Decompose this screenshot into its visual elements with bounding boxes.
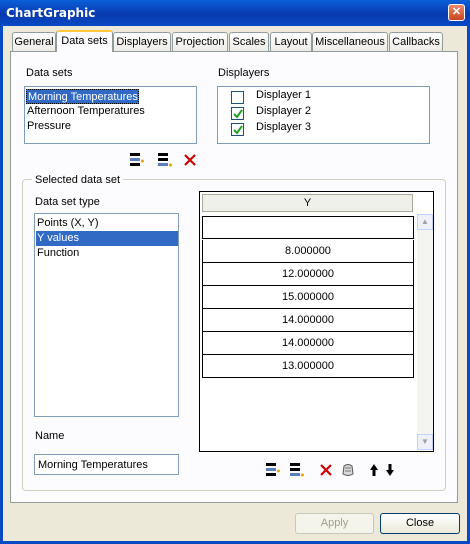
- displayers-label: Displayers: [218, 67, 270, 79]
- list-item[interactable]: Y values: [36, 231, 178, 246]
- tab-general[interactable]: General: [12, 32, 56, 51]
- list-item[interactable]: Points (X, Y): [36, 216, 178, 231]
- values-grid[interactable]: Y 10.000000 8.000000 12.000000 15.000000…: [199, 191, 434, 452]
- table-row[interactable]: 15.000000: [202, 286, 414, 309]
- table-row[interactable]: 8.000000: [202, 240, 414, 263]
- tab-scales[interactable]: Scales: [229, 32, 269, 51]
- list-item[interactable]: Morning Temperatures: [26, 89, 139, 104]
- tab-layout[interactable]: Layout: [270, 32, 312, 51]
- list-item[interactable]: Pressure: [26, 119, 71, 134]
- list-item[interactable]: Afternoon Temperatures: [26, 104, 145, 119]
- displayer-label: Displayer 1: [256, 89, 312, 101]
- tab-projection[interactable]: Projection: [172, 32, 228, 51]
- displayer-1-checkbox[interactable]: [231, 91, 244, 104]
- delete-icon[interactable]: [318, 462, 334, 478]
- apply-button[interactable]: Apply: [295, 513, 374, 534]
- checkmark-icon: [233, 109, 243, 119]
- title-bar: ChartGraphic ✕: [0, 0, 470, 26]
- list-item[interactable]: Function: [36, 246, 178, 261]
- scroll-up-icon[interactable]: ▲: [417, 214, 433, 230]
- insert-row-icon[interactable]: [129, 152, 145, 168]
- data-sets-label: Data sets: [26, 67, 73, 79]
- displayer-2-checkbox[interactable]: [231, 107, 244, 120]
- grid-scrollbar[interactable]: ▲ ▼: [417, 214, 433, 450]
- move-down-icon[interactable]: [382, 462, 398, 478]
- tab-miscellaneous[interactable]: Miscellaneous: [312, 32, 388, 51]
- table-row[interactable]: 12.000000: [202, 263, 414, 286]
- table-row[interactable]: 14.000000: [202, 309, 414, 332]
- tab-data-sets[interactable]: Data sets: [56, 30, 113, 52]
- selected-data-set-label: Selected data set: [32, 174, 124, 186]
- move-up-icon[interactable]: [366, 462, 382, 478]
- table-row[interactable]: 13.000000: [202, 355, 414, 378]
- append-row-icon[interactable]: [157, 152, 173, 168]
- displayer-3-checkbox[interactable]: [231, 123, 244, 136]
- name-field[interactable]: [34, 454, 179, 475]
- displayer-label: Displayer 2: [256, 105, 312, 117]
- append-row-icon[interactable]: [289, 462, 305, 478]
- delete-icon[interactable]: [182, 152, 198, 168]
- data-sets-list[interactable]: Morning Temperatures Afternoon Temperatu…: [24, 86, 197, 144]
- data-set-type-label: Data set type: [35, 196, 100, 208]
- column-header-y[interactable]: Y: [202, 194, 413, 212]
- scroll-down-icon[interactable]: ▼: [417, 434, 433, 450]
- tab-displayers[interactable]: Displayers: [113, 32, 171, 51]
- insert-row-icon[interactable]: [265, 462, 281, 478]
- clear-icon[interactable]: [340, 462, 356, 478]
- tab-callbacks[interactable]: Callbacks: [389, 32, 443, 51]
- window-title: ChartGraphic: [6, 6, 96, 20]
- checkmark-icon: [233, 125, 243, 135]
- name-label: Name: [35, 430, 65, 442]
- data-set-type-list[interactable]: Points (X, Y) Y values Function: [34, 213, 179, 417]
- displayers-list: Displayer 1 Displayer 2 Displayer 3: [217, 86, 430, 144]
- close-button[interactable]: Close: [380, 513, 460, 534]
- table-row[interactable]: 14.000000: [202, 332, 414, 355]
- table-row[interactable]: 10.000000: [202, 216, 414, 239]
- close-icon[interactable]: ✕: [448, 4, 465, 21]
- displayer-label: Displayer 3: [256, 121, 312, 133]
